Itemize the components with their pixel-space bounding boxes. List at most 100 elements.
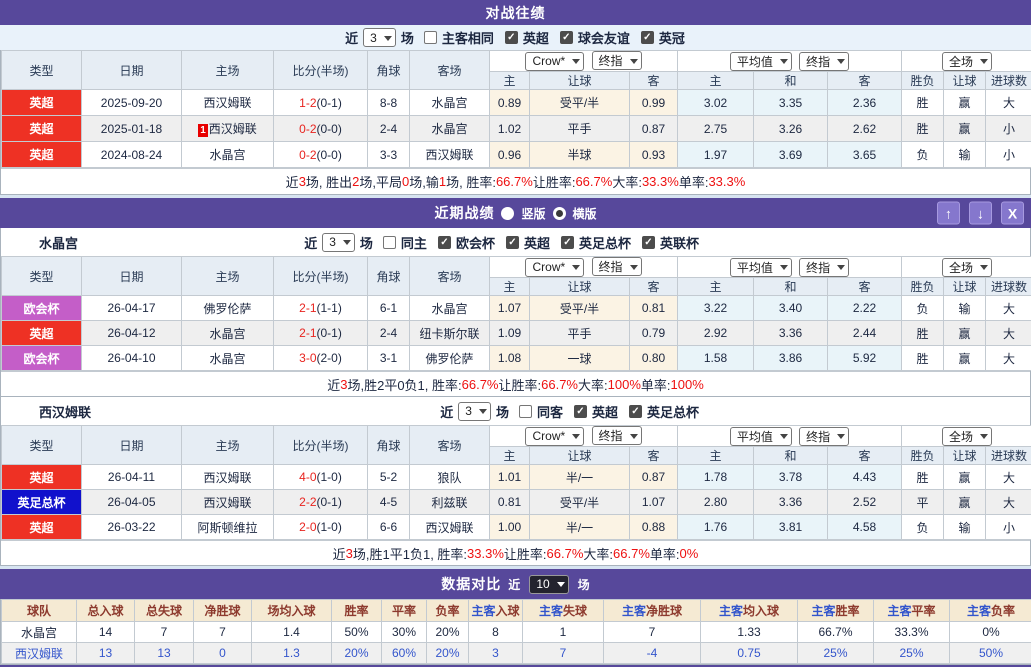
cell-away-team: 西汉姆联 — [409, 514, 490, 540]
match-row: 欧会杯 26-04-17 佛罗伦萨 2-1(1-1) 6-1 水晶宫 1.07 … — [1, 295, 1031, 321]
league-checkbox-1[interactable] — [559, 31, 573, 44]
cell-avg-home: 1.76 — [677, 514, 754, 540]
result-scope-select[interactable]: 全场 — [942, 257, 993, 277]
same-away-checkbox[interactable] — [518, 404, 532, 418]
westham-table-box: 类型 日期 主场 比分(半场) 角球 客场 Crow* 终指 平均值 终指 全场 — [0, 425, 1031, 566]
col-away: 客场 — [409, 50, 490, 90]
cell-score: 1-2(0-1) — [273, 89, 368, 116]
odds-stage-select[interactable]: 终指 — [591, 51, 642, 71]
cell-avg-home: 2.75 — [677, 115, 754, 142]
same-home-checkbox[interactable] — [382, 235, 396, 249]
compare-count-select[interactable]: 10 — [529, 574, 569, 594]
cell-odds-home: 1.00 — [489, 514, 530, 540]
cell-odds-home: 0.96 — [489, 141, 530, 168]
westham-count-select[interactable]: 3 — [458, 401, 491, 421]
cell-odds-away: 0.79 — [629, 320, 678, 346]
odds-stage-select[interactable]: 终指 — [591, 426, 642, 446]
match-row: 英超 2024-08-24 水晶宫 0-2(0-0) 3-3 西汉姆联 0.96… — [1, 141, 1031, 168]
cell-value: 1.3 — [251, 642, 332, 664]
cell-corners: 2-4 — [367, 320, 410, 346]
avg-odds-select[interactable]: 平均值 — [729, 257, 792, 277]
col-venue-goals-for: 主客入球 — [468, 599, 523, 622]
league-checkbox-0[interactable] — [504, 31, 518, 44]
near-label: 近 — [508, 577, 521, 592]
odds-provider-select[interactable]: Crow* — [525, 426, 585, 446]
odds-provider-select[interactable]: Crow* — [525, 51, 585, 71]
chevron-down-icon — [383, 35, 392, 45]
score-halftime: (0-0) — [316, 121, 342, 136]
palace-count-select[interactable]: 3 — [322, 232, 355, 252]
cell-score: 3-0(2-0) — [273, 345, 368, 371]
score-fulltime: 0-2 — [299, 147, 317, 162]
col-avg-draw: 和 — [753, 277, 828, 296]
cell-goals-result: 大 — [985, 89, 1031, 116]
avg-stage-value: 终指 — [806, 429, 831, 444]
col-venue-avg-goals: 主客均入球 — [700, 599, 798, 622]
cell-winloss: 胜 — [901, 345, 945, 371]
avg-odds-group: 平均值 终指 — [676, 50, 903, 72]
col-corner: 角球 — [367, 256, 410, 296]
palace-league-label-3: 英联杯 — [659, 235, 699, 251]
palace-league-checkbox-2[interactable] — [560, 235, 574, 249]
result-scope-select[interactable]: 全场 — [942, 426, 993, 446]
layout-vertical-radio[interactable] — [501, 206, 515, 220]
cell-odds-home: 0.89 — [489, 89, 530, 116]
league-type-badge: 英超 — [1, 320, 82, 346]
cell-date: 26-04-17 — [81, 295, 182, 321]
live-badge: 1 — [198, 124, 208, 137]
cell-goals-result: 大 — [985, 345, 1031, 371]
col-goals-for: 总入球 — [76, 599, 135, 622]
cell-handicap-result: 赢 — [943, 345, 987, 371]
score-halftime: (1-0) — [316, 520, 342, 534]
col-winloss: 胜负 — [901, 446, 945, 465]
westham-league-checkbox-1[interactable] — [628, 404, 642, 418]
avg-stage-value: 终指 — [806, 260, 831, 275]
cell-avg-home: 1.97 — [677, 141, 754, 168]
result-scope-select[interactable]: 全场 — [942, 51, 993, 71]
cell-corners: 8-8 — [367, 89, 410, 116]
col-draw-rate: 平率 — [381, 599, 427, 622]
result-scope-group: 全场 — [901, 425, 1031, 447]
cell-away-team: 纽卡斯尔联 — [409, 320, 490, 346]
col-winloss: 胜负 — [901, 277, 945, 296]
same-venue-checkbox[interactable] — [423, 31, 437, 44]
palace-league-checkbox-3[interactable] — [641, 235, 655, 249]
col-handicap-result: 让球 — [943, 277, 987, 296]
avg-stage-select[interactable]: 终指 — [799, 426, 850, 446]
league-checkbox-2[interactable] — [640, 31, 654, 44]
layout-vertical-label: 竖版 — [521, 206, 546, 221]
palace-league-checkbox-1[interactable] — [505, 235, 519, 249]
cell-home-team: 西汉姆联 — [181, 89, 274, 116]
palace-count-value: 3 — [329, 235, 336, 249]
cell-corners: 6-1 — [367, 295, 410, 321]
score-fulltime: 2-0 — [299, 520, 317, 534]
move-up-button[interactable]: ↑ — [937, 201, 960, 225]
col-score: 比分(半场) — [273, 256, 368, 296]
col-handicap-result: 让球 — [943, 446, 987, 465]
col-handicap: 让球 — [529, 446, 630, 465]
avg-odds-select[interactable]: 平均值 — [729, 426, 792, 446]
close-button[interactable]: X — [1001, 201, 1024, 225]
avg-odds-select[interactable]: 平均值 — [729, 51, 792, 71]
westham-league-checkbox-0[interactable] — [573, 404, 587, 418]
odds-provider-select[interactable]: Crow* — [525, 257, 585, 277]
avg-stage-select[interactable]: 终指 — [799, 257, 850, 277]
h2h-count-select[interactable]: 3 — [363, 28, 396, 47]
move-down-button[interactable]: ↓ — [969, 201, 992, 225]
palace-league-checkbox-0[interactable] — [437, 235, 451, 249]
col-loss-rate: 负率 — [426, 599, 469, 622]
cell-odds-away: 1.07 — [629, 489, 678, 515]
col-type: 类型 — [1, 50, 82, 90]
cell-avg-home: 1.78 — [677, 464, 754, 490]
layout-horizontal-radio[interactable] — [552, 206, 566, 220]
cell-value: 7 — [522, 642, 604, 664]
league-type-badge: 英超 — [1, 141, 82, 168]
col-avg-away: 客 — [826, 277, 903, 296]
palace-league-label-1: 英超 — [523, 235, 550, 251]
odds-stage-select[interactable]: 终指 — [591, 257, 642, 277]
league-type-badge: 英超 — [1, 464, 82, 490]
avg-stage-select[interactable]: 终指 — [799, 51, 850, 71]
cell-handicap-result: 输 — [943, 295, 987, 321]
cell-value: 7 — [193, 621, 252, 643]
cell-avg-away: 4.58 — [826, 514, 903, 540]
